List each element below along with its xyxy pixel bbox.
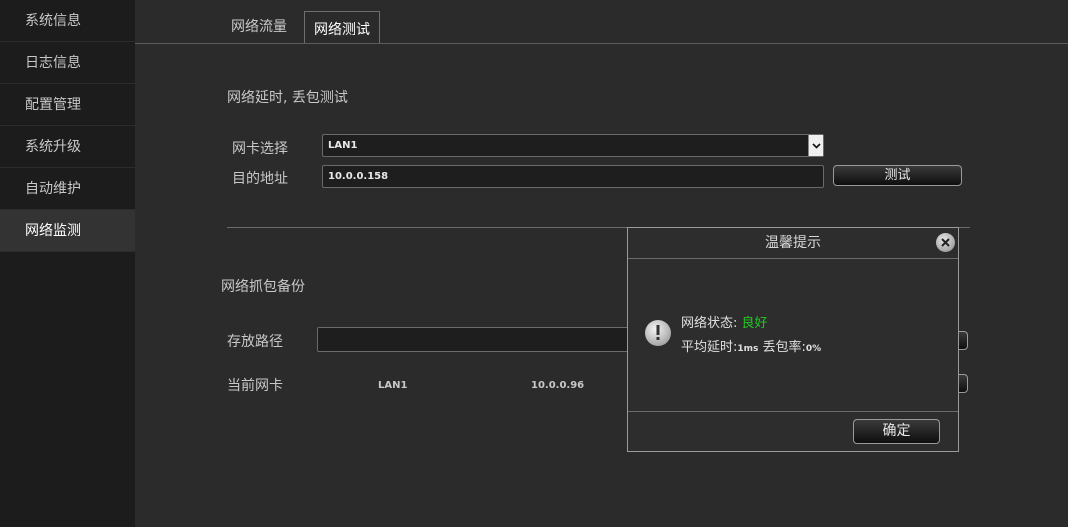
packet-loss-label: 丢包率: — [758, 340, 806, 355]
destination-address-input[interactable]: 10.0.0.158 — [322, 165, 824, 188]
sidebar: 系统信息 日志信息 配置管理 系统升级 自动维护 网络监测 — [0, 0, 135, 527]
sidebar-item-log-info[interactable]: 日志信息 — [0, 42, 135, 84]
tab-network-test[interactable]: 网络测试 — [304, 11, 380, 43]
exclamation-icon — [645, 320, 671, 346]
nic-select[interactable]: LAN1 — [322, 134, 824, 157]
tip-dialog: 温馨提示 网络状态: 良好 平均延时:1ms 丢包率:0% 确定 — [627, 227, 959, 452]
close-icon[interactable] — [936, 233, 955, 252]
sidebar-item-system-upgrade[interactable]: 系统升级 — [0, 126, 135, 168]
test-button[interactable]: 测试 — [833, 165, 962, 186]
destination-address-value: 10.0.0.158 — [328, 171, 389, 182]
dialog-divider — [628, 411, 958, 412]
storage-path-label: 存放路径 — [227, 334, 283, 350]
latency-label: 平均延时: — [681, 340, 738, 355]
sidebar-item-auto-maintenance[interactable]: 自动维护 — [0, 168, 135, 210]
latency-test-heading: 网络延时, 丢包测试 — [227, 90, 348, 106]
destination-address-label: 目的地址 — [232, 171, 288, 187]
sidebar-item-network-monitor[interactable]: 网络监测 — [0, 210, 135, 252]
latency-loss-line: 平均延时:1ms 丢包率:0% — [681, 336, 821, 355]
ok-button[interactable]: 确定 — [853, 419, 940, 444]
sidebar-item-config-management[interactable]: 配置管理 — [0, 84, 135, 126]
chevron-down-icon[interactable] — [808, 135, 823, 156]
latency-value: 1ms — [737, 344, 759, 354]
network-status-value: 良好 — [741, 316, 768, 331]
dialog-title: 温馨提示 — [628, 228, 958, 259]
network-status-label: 网络状态: — [681, 316, 742, 331]
network-status-line: 网络状态: 良好 — [681, 312, 768, 331]
packet-capture-heading: 网络抓包备份 — [221, 279, 305, 295]
packet-loss-value: 0% — [805, 344, 822, 354]
sidebar-item-system-info[interactable]: 系统信息 — [0, 0, 135, 42]
tab-bar: 网络流量 网络测试 — [135, 0, 1068, 44]
current-nic-label: 当前网卡 — [227, 378, 283, 394]
nic-select-label: 网卡选择 — [232, 141, 288, 157]
current-nic-name: LAN1 — [378, 380, 408, 391]
tab-network-traffic[interactable]: 网络流量 — [231, 16, 287, 36]
current-nic-ip: 10.0.0.96 — [531, 380, 585, 391]
nic-select-value: LAN1 — [328, 140, 358, 151]
